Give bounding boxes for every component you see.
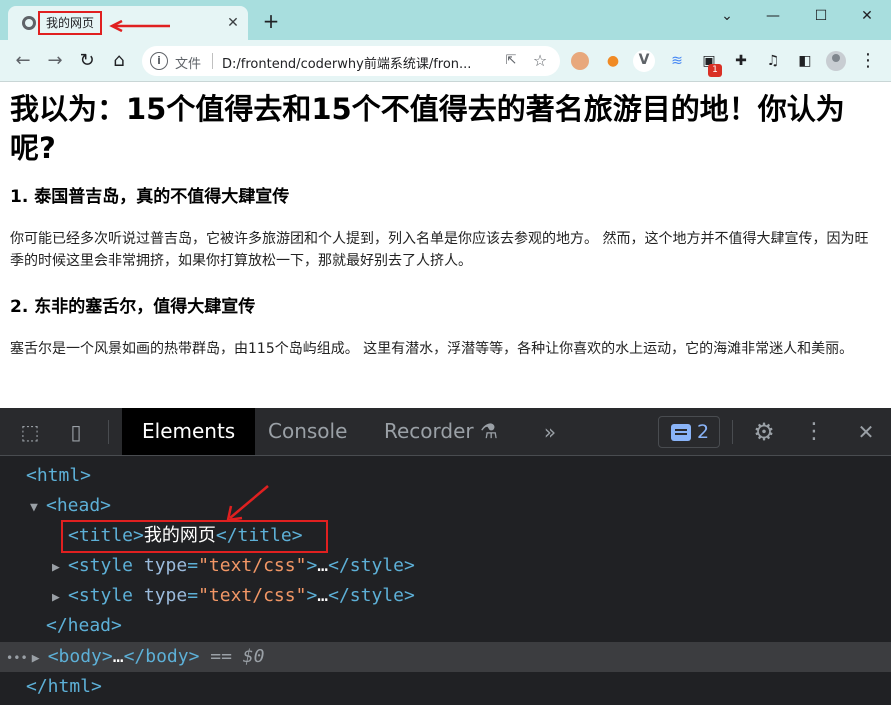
reload-button[interactable]: ↻ [74,48,100,74]
side-panel-icon[interactable]: ◧ [795,51,815,71]
attr-eq: = [187,555,199,576]
divider [732,420,733,444]
tree-node-style[interactable]: ▶ <style type="text/css">…</style> [0,551,891,581]
tab-search-icon[interactable]: ⌄ [712,4,742,28]
devtools-menu-icon[interactable]: ⋮ [800,419,828,445]
tab-title: 我的网页 [38,11,103,35]
extensions-puzzle-icon[interactable]: ✚ [731,51,751,71]
tree-node-head-close[interactable]: </head> [0,611,891,641]
globe-icon [22,16,36,30]
attr-value: "text/css" [198,555,307,576]
page-heading: 我以为：15个值得去和15个不值得去的著名旅游目的地！你认为呢? [10,92,845,165]
tree-node-style[interactable]: ▶ <style type="text/css">…</style> [0,581,891,611]
tab-strip: 我的网页 ✕ + ⌄ — ☐ ✕ [0,0,891,40]
share-icon[interactable]: ⇱ [502,52,520,70]
tree-node-body-selected[interactable]: ••• ▶ <body>…</body> == $0 [0,642,891,672]
style-open-tag: <style [68,585,144,606]
tag-end: > [306,555,318,576]
divider [108,420,109,444]
annotation-arrow [226,485,269,522]
page-content: 我以为：15个值得去和15个不值得去的著名旅游目的地！你认为呢? 1. 泰国普吉… [0,82,891,408]
omnibox-divider [212,53,213,69]
collapsed-triangle-icon[interactable]: ▶ [52,553,68,583]
devtools-tabbar: ⬚ ▯ Elements Console Recorder ⚗ » 2 ⚙ ⋮ … [0,408,891,456]
message-icon [671,424,691,441]
more-tabs-icon[interactable]: » [536,419,564,445]
tree-node-html-close[interactable]: </html> [0,672,891,702]
section-text: 你可能已经多次听说过普吉岛，它被许多旅游团和个人提到，列入名单是你应该去参观的地… [10,231,869,269]
tag-end: > [306,585,318,606]
collapsed-ellipsis: … [317,555,329,576]
inspect-element-icon[interactable]: ⬚ [16,419,44,445]
back-button[interactable]: ← [10,48,36,74]
style-close-tag: </style> [328,555,415,576]
body-close-tag: </body> [123,646,200,667]
section-heading: 1. 泰国普吉岛，真的不值得大肆宣传 [10,187,290,207]
row-dots-icon[interactable]: ••• [6,651,28,665]
style-open-tag: <style [68,555,144,576]
tree-node-head[interactable]: ▼ <head> [0,491,891,521]
collapsed-ellipsis: … [112,646,124,667]
extension-badge: 1 [708,64,722,77]
annotation-arrow [109,20,170,32]
attr-eq: = [187,585,199,606]
tree-node-html[interactable]: <html> [0,461,891,491]
settings-gear-icon[interactable]: ⚙ [750,419,778,445]
selected-marker: == $0 [210,646,265,667]
scheme-label: 文件 [175,57,202,72]
attr-name: type [143,555,188,576]
attr-value: "text/css" [198,585,307,606]
address-bar[interactable]: i 文件 D:/frontend/coderwhy前端系统课/fron... ⇱… [142,46,560,76]
collapsed-triangle-icon[interactable]: ▶ [52,583,68,613]
home-button[interactable]: ⌂ [106,48,132,74]
info-icon[interactable]: i [150,52,168,70]
section-text: 塞舌尔是一个风景如画的热带群岛，由115个岛屿组成。 这里有潜水，浮潜等等，各种… [10,341,854,357]
device-toolbar-icon[interactable]: ▯ [62,419,90,445]
devtools-close-icon[interactable]: ✕ [852,419,880,445]
style-close-tag: </style> [328,585,415,606]
minimize-button[interactable]: — [758,4,788,28]
tab-elements[interactable]: Elements [122,408,256,455]
attr-name: type [143,585,188,606]
head-close-tag: </head> [46,615,122,636]
media-control-icon[interactable]: ♫ [763,51,783,71]
collapsed-triangle-icon[interactable]: ▶ [32,644,48,674]
browser-toolbar: ← → ↻ ⌂ i 文件 D:/frontend/coderwhy前端系统课/f… [0,40,891,82]
html-open-tag: <html> [26,465,92,486]
extension-v-icon[interactable]: V [633,50,655,72]
section-heading: 2. 东非的塞舌尔，值得大肆宣传 [10,297,256,317]
html-close-tag: </html> [26,676,102,697]
profile-avatar-icon[interactable] [826,51,846,71]
url-text[interactable]: D:/frontend/coderwhy前端系统课/fron... [222,53,471,72]
annotation-highlight-box [61,520,328,553]
body-open-tag: <body> [47,646,113,667]
extension-face-icon[interactable] [571,52,589,70]
devtools-panel: ⬚ ▯ Elements Console Recorder ⚗ » 2 ⚙ ⋮ … [0,408,891,705]
browser-tab[interactable]: 我的网页 ✕ [8,6,248,40]
tab-close-icon[interactable]: ✕ [224,14,242,32]
elements-tree: <html> ▼ <head> <title>我的网页</title> ▶ <sty… [0,458,891,705]
browser-menu-icon[interactable]: ⋮ [858,51,878,71]
issues-count: 2 [697,421,710,443]
tab-recorder[interactable]: Recorder ⚗ [364,408,518,455]
tab-console[interactable]: Console [248,408,367,455]
window-close-button[interactable]: ✕ [852,4,882,28]
extension-flame-icon[interactable]: ● [603,51,623,71]
maximize-button[interactable]: ☐ [806,4,836,28]
collapsed-ellipsis: … [317,585,329,606]
issues-button[interactable]: 2 [658,416,720,448]
head-open-tag: <head> [46,495,112,516]
extension-layers-icon[interactable]: ≋ [667,51,687,71]
bookmark-star-icon[interactable]: ☆ [530,51,550,71]
new-tab-button[interactable]: + [260,10,282,32]
expanded-triangle-icon[interactable]: ▼ [30,493,46,523]
forward-button[interactable]: → [42,48,68,74]
